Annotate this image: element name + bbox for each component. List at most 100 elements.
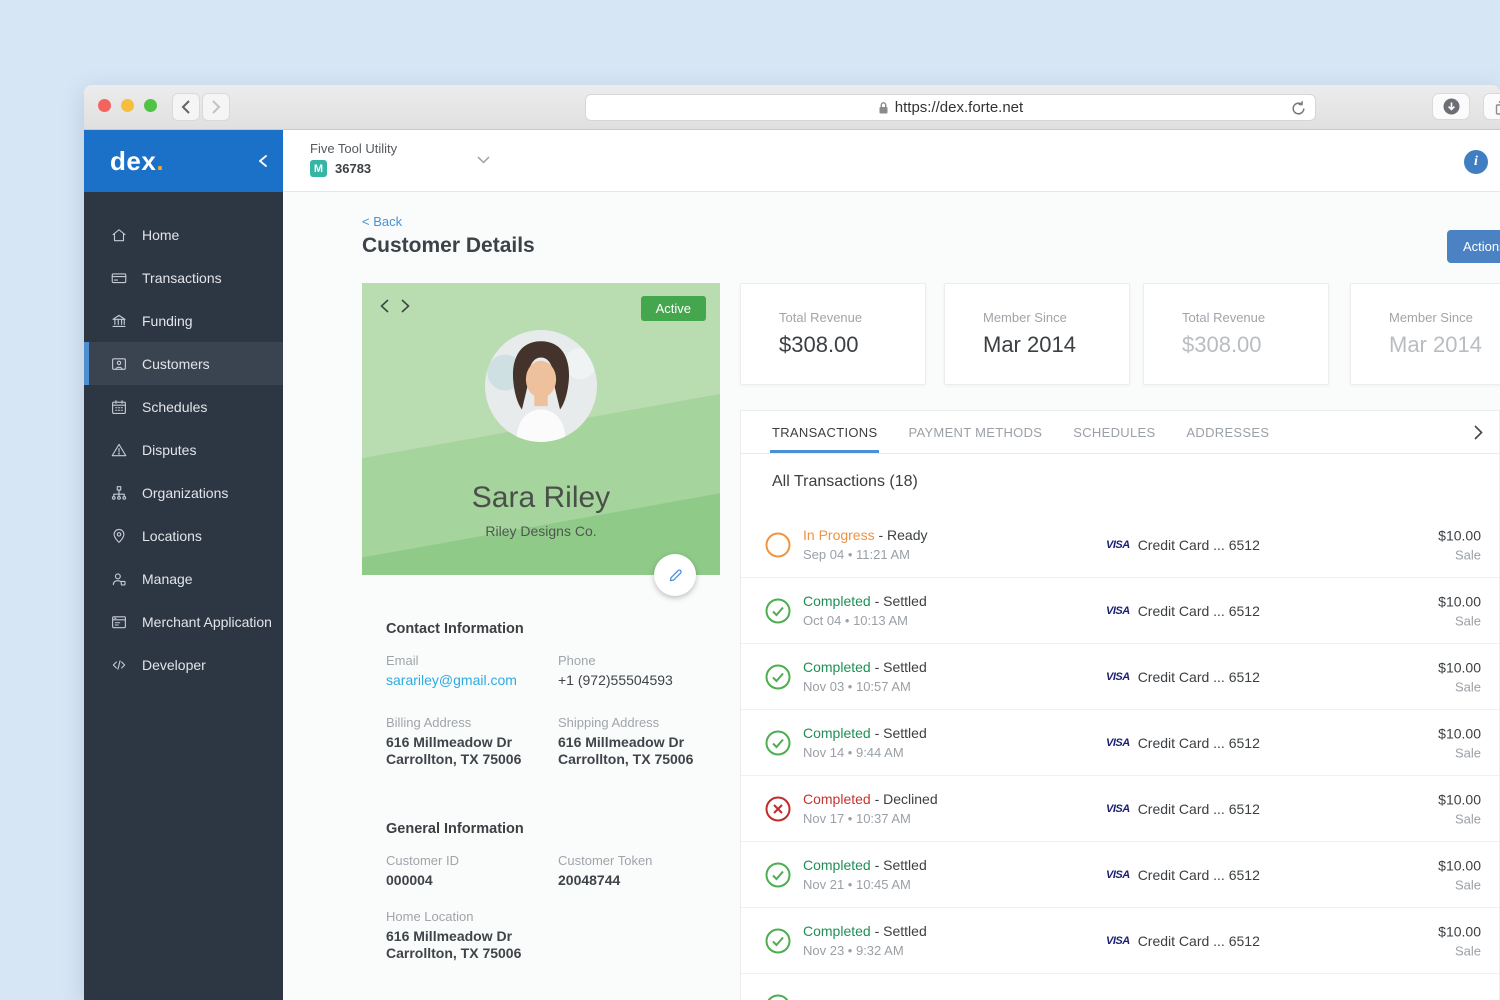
- org-id: 36783: [335, 161, 372, 176]
- download-icon: [1443, 98, 1459, 115]
- sidebar-item-developer[interactable]: Developer: [84, 643, 283, 686]
- transactions-icon: [110, 269, 128, 287]
- schedules-icon: [110, 398, 128, 416]
- page-title: Customer Details: [362, 234, 535, 257]
- chevron-down-icon[interactable]: [477, 156, 490, 164]
- visa-logo: VISA: [1106, 802, 1130, 815]
- stat-card-total-revenue: Total Revenue $308.00: [740, 283, 926, 385]
- stat-card-member-since: Member Since Mar 2014: [944, 283, 1130, 385]
- back-link[interactable]: < Back: [362, 214, 402, 229]
- sidebar-nav: Home Transactions Funding Customers Sche…: [84, 192, 283, 686]
- share-icon: [1495, 100, 1500, 115]
- in-progress-icon: [765, 532, 791, 558]
- sidebar-item-schedules[interactable]: Schedules: [84, 385, 283, 428]
- email-link[interactable]: sarariley@gmail.com: [386, 672, 556, 689]
- tab-addresses[interactable]: ADDRESSES: [1186, 411, 1269, 453]
- sidebar-item-merchant-application[interactable]: Merchant Application: [84, 600, 283, 643]
- customers-icon: [110, 355, 128, 373]
- downloads-button[interactable]: [1432, 93, 1470, 120]
- chevron-left-icon: [181, 100, 190, 114]
- chevron-right-icon: [212, 100, 221, 114]
- disputes-icon: [110, 441, 128, 459]
- close-window-button[interactable]: [98, 99, 111, 112]
- topbar: Five Tool Utility M 36783 i: [283, 130, 1500, 192]
- transaction-row[interactable]: Completed - Settled Nov 21 • 10:45 AM VI…: [741, 842, 1499, 908]
- minimize-window-button[interactable]: [121, 99, 134, 112]
- page-content: < Back Customer Details Actions Active: [283, 192, 1500, 1000]
- address-bar[interactable]: https://dex.forte.net: [585, 94, 1316, 121]
- sidebar-item-organizations[interactable]: Organizations: [84, 471, 283, 514]
- transaction-row[interactable]: Completed - Settled Oct 04 • 10:13 AM VI…: [741, 578, 1499, 644]
- customer-id-field: Customer ID 000004: [386, 853, 459, 888]
- app-logo-dot: .: [156, 145, 164, 176]
- chevron-left-icon: [380, 299, 389, 313]
- phone-field: Phone +1 (972)55504593: [558, 653, 673, 688]
- email-field: Email sarariley@gmail.com: [386, 653, 556, 689]
- org-selector[interactable]: Five Tool Utility M 36783: [310, 141, 397, 177]
- stat-card-member-since-2: Member Since Mar 2014: [1350, 283, 1500, 385]
- next-customer-button[interactable]: [401, 299, 410, 313]
- merchant-application-icon: [110, 613, 128, 631]
- zoom-window-button[interactable]: [144, 99, 157, 112]
- sidebar-item-funding[interactable]: Funding: [84, 299, 283, 342]
- success-icon: [765, 994, 791, 1000]
- transaction-row[interactable]: Completed - Settled Nov 23 • 9:32 AM VIS…: [741, 908, 1499, 974]
- customer-detail-panel: TRANSACTIONS PAYMENT METHODS SCHEDULES A…: [740, 410, 1500, 1000]
- visa-logo: VISA: [1106, 736, 1130, 749]
- transaction-row[interactable]: Completed - Settled Nov 14 • 9:44 AM VIS…: [741, 710, 1499, 776]
- customer-company: Riley Designs Co.: [485, 523, 597, 539]
- avatar: [485, 330, 597, 442]
- sidebar-item-locations[interactable]: Locations: [84, 514, 283, 557]
- lock-icon: [878, 101, 889, 115]
- browser-window: https://dex.forte.net dex . Home Transac…: [84, 85, 1500, 1000]
- visa-logo: VISA: [1106, 670, 1130, 683]
- merchant-badge: M: [310, 160, 327, 177]
- sidebar-item-home[interactable]: Home: [84, 213, 283, 256]
- chevron-right-icon: [401, 299, 410, 313]
- browser-back-button[interactable]: [172, 93, 200, 121]
- status-badge[interactable]: Active: [640, 296, 706, 321]
- visa-logo: VISA: [1106, 604, 1130, 617]
- share-button[interactable]: [1483, 93, 1500, 120]
- transaction-row[interactable]: Completed - Settled Nov 03 • 10:57 AM VI…: [741, 644, 1499, 710]
- general-information-heading: General Information: [386, 821, 524, 837]
- sidebar-item-customers[interactable]: Customers: [84, 342, 283, 385]
- tab-transactions[interactable]: TRANSACTIONS: [769, 411, 880, 453]
- locations-icon: [110, 527, 128, 545]
- previous-customer-button[interactable]: [380, 299, 389, 313]
- developer-icon: [110, 656, 128, 674]
- url-text: https://dex.forte.net: [894, 99, 1024, 116]
- manage-icon: [110, 570, 128, 588]
- customer-name: Sara Riley: [471, 481, 611, 514]
- info-icon[interactable]: i: [1464, 150, 1488, 174]
- reload-icon[interactable]: [1290, 100, 1307, 117]
- transaction-row[interactable]: Completed - Settled $10.00: [741, 974, 1499, 1000]
- transactions-list: In Progress - Ready Sep 04 • 11:21 AM VI…: [741, 512, 1499, 1000]
- chevron-right-icon: [1474, 425, 1483, 440]
- app-logo: dex: [110, 145, 157, 176]
- pencil-icon: [669, 568, 682, 581]
- sidebar-collapse-button[interactable]: [259, 155, 267, 167]
- tabs-overflow-button[interactable]: [1474, 425, 1483, 440]
- tab-schedules[interactable]: SCHEDULES: [1073, 411, 1155, 453]
- browser-forward-button[interactable]: [202, 93, 230, 121]
- transaction-row[interactable]: Completed - Declined Nov 17 • 10:37 AM V…: [741, 776, 1499, 842]
- sidebar-item-manage[interactable]: Manage: [84, 557, 283, 600]
- tab-payment-methods[interactable]: PAYMENT METHODS: [908, 411, 1042, 453]
- contact-information-heading: Contact Information: [386, 621, 524, 637]
- actions-button[interactable]: Actions: [1447, 230, 1500, 263]
- transaction-row[interactable]: In Progress - Ready Sep 04 • 11:21 AM VI…: [741, 512, 1499, 578]
- sidebar-item-disputes[interactable]: Disputes: [84, 428, 283, 471]
- success-icon: [765, 730, 791, 756]
- home-icon: [110, 226, 128, 244]
- browser-chrome: https://dex.forte.net: [84, 85, 1500, 130]
- success-icon: [765, 862, 791, 888]
- customer-profile-card: Active Sara Riley Riley Designs Co.: [362, 283, 720, 596]
- edit-customer-button[interactable]: [654, 554, 696, 596]
- transactions-heading: All Transactions (18): [772, 473, 918, 490]
- sidebar-logo: dex .: [84, 130, 283, 192]
- organizations-icon: [110, 484, 128, 502]
- funding-icon: [110, 312, 128, 330]
- sidebar-item-transactions[interactable]: Transactions: [84, 256, 283, 299]
- stat-card-total-revenue-2: Total Revenue $308.00: [1143, 283, 1329, 385]
